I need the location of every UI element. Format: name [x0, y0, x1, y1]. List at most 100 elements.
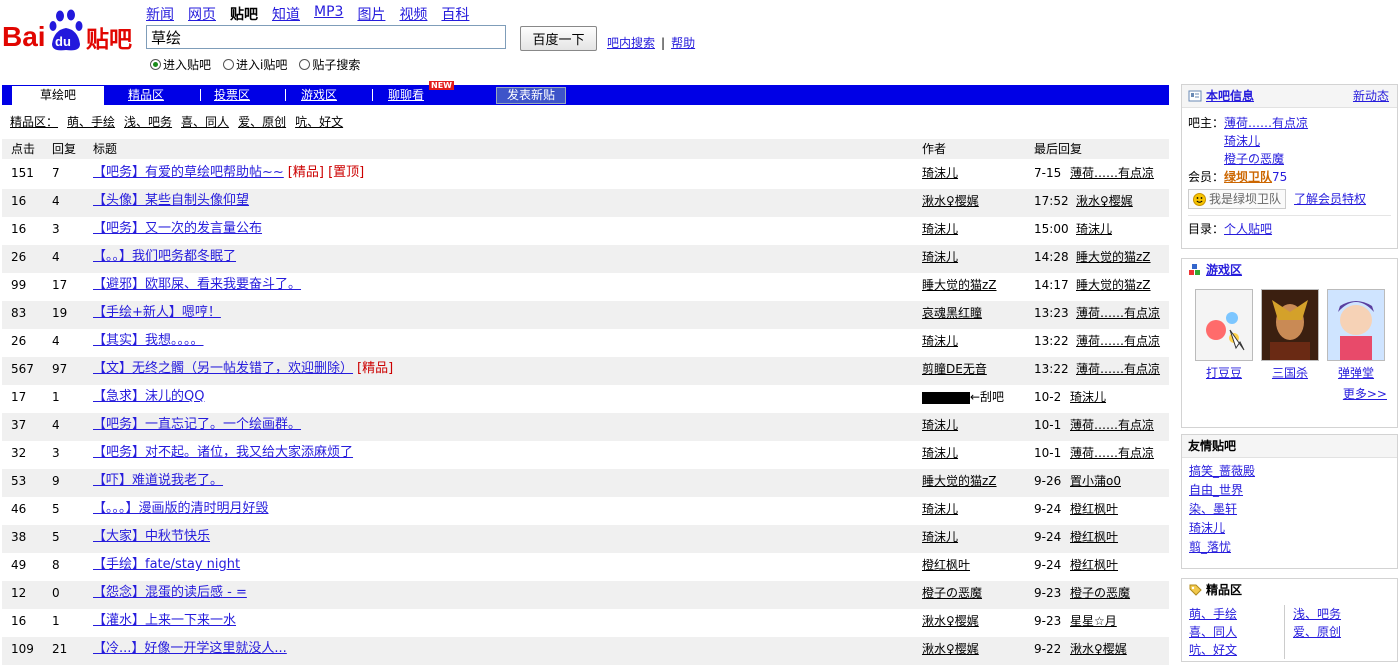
author-link[interactable]: 琦沫儿: [922, 161, 958, 185]
nav-zhidao[interactable]: 知道: [272, 4, 300, 24]
jingpin-link[interactable]: 萌、手绘: [1189, 605, 1284, 623]
last-replier-link[interactable]: 薄荷……有点凉: [1076, 329, 1160, 353]
nav-mp3[interactable]: MP3: [314, 4, 343, 24]
last-replier-link[interactable]: 橙红枫叶: [1070, 553, 1118, 577]
thread-title-link[interactable]: 【冷...】好像一开学这里就没人...: [93, 641, 287, 656]
author-link[interactable]: 琦沫儿: [922, 497, 958, 521]
last-replier-link[interactable]: 睡大觉的猫zZ: [1076, 245, 1151, 269]
radio-enter-itieba[interactable]: 进入i贴吧: [223, 56, 287, 73]
forum-info-title[interactable]: 本吧信息: [1206, 85, 1254, 107]
jingpin-link[interactable]: 喜、同人: [1189, 623, 1284, 641]
baidu-tieba-logo[interactable]: Bai du 贴吧: [2, 6, 138, 54]
thread-title-link[interactable]: 【避邪】欧耶屎、看来我要奋斗了。: [93, 277, 301, 292]
last-replier-link[interactable]: 睡大觉的猫zZ: [1076, 273, 1151, 297]
radio-enter-tieba[interactable]: 进入贴吧: [150, 56, 211, 73]
thread-title-link[interactable]: 【手绘】fate/stay night: [93, 557, 240, 572]
owner-link[interactable]: 橙子の恶魔: [1224, 152, 1284, 166]
games-title[interactable]: 游戏区: [1206, 259, 1242, 281]
author-link[interactable]: 琦沫儿: [922, 441, 958, 465]
last-replier-link[interactable]: 橙红枫叶: [1070, 525, 1118, 549]
jingpin-link[interactable]: 吭、好文: [1189, 641, 1284, 659]
in-bar-search-link[interactable]: 吧内搜索: [607, 36, 655, 50]
tab-jingpin[interactable]: 精品区: [128, 85, 164, 105]
last-replier-link[interactable]: 橙子の恶魔: [1070, 581, 1130, 605]
thread-title-link[interactable]: 【其实】我想。。。。: [93, 333, 204, 348]
owner-link[interactable]: 琦沫儿: [1224, 134, 1260, 148]
radio-post-search[interactable]: 贴子搜索: [299, 56, 360, 73]
last-replier-link[interactable]: 置小蒲o0: [1070, 469, 1121, 493]
thread-title-link[interactable]: 【文】无终之髑（另一帖发错了，欢迎删除）: [93, 361, 353, 376]
help-link[interactable]: 帮助: [671, 36, 695, 50]
friend-forum-link[interactable]: 搞笑_蔷薇殿: [1189, 462, 1390, 481]
author-link[interactable]: 湫水♀樱娓: [922, 637, 979, 661]
author-link[interactable]: 湫水♀樱娓: [922, 189, 979, 213]
thread-title-link[interactable]: 【。。。】漫画版的清时明月好毁: [93, 501, 269, 516]
nav-web[interactable]: 网页: [188, 4, 216, 24]
thread-title-link[interactable]: 【手绘+新人】嗯哼！: [93, 305, 221, 320]
author-link[interactable]: 琦沫儿: [922, 525, 958, 549]
tab-games[interactable]: 游戏区: [301, 85, 337, 105]
game-item[interactable]: 打豆豆: [1195, 289, 1253, 381]
author-link[interactable]: 琦沫儿: [922, 245, 958, 269]
radio-unselected-icon[interactable]: [299, 59, 311, 70]
jingpin-link[interactable]: 爱、原创: [1293, 623, 1388, 641]
tab-chat[interactable]: 聊聊看: [388, 85, 424, 105]
last-replier-link[interactable]: 薄荷……有点凉: [1070, 413, 1154, 437]
filter-item[interactable]: 喜、同人: [181, 113, 229, 130]
thread-title-link[interactable]: 【急求】沫儿的QQ: [93, 389, 204, 404]
search-input[interactable]: [146, 25, 506, 49]
filter-item[interactable]: 爱、原创: [238, 113, 286, 130]
last-replier-link[interactable]: 琦沫儿: [1076, 217, 1112, 241]
author-link[interactable]: 哀魂黑红瞳: [922, 301, 982, 325]
filter-item[interactable]: 吭、好文: [295, 113, 343, 130]
radio-selected-icon[interactable]: [150, 59, 161, 70]
owner-link[interactable]: 薄荷……有点凉: [1224, 116, 1308, 130]
thread-title-link[interactable]: 【吧务】又一次的发言量公布: [93, 221, 262, 236]
radio-unselected-icon[interactable]: [223, 59, 235, 70]
friend-forum-link[interactable]: 染、墨轩: [1189, 500, 1390, 519]
thread-title-link[interactable]: 【吧务】对不起。诸位，我又给大家添麻烦了: [93, 445, 353, 460]
nav-baike[interactable]: 百科: [441, 4, 469, 24]
thread-title-link[interactable]: 【吧务】有爱的草绘吧帮助帖~~: [93, 165, 284, 180]
filter-item[interactable]: 浅、吧务: [124, 113, 172, 130]
thread-title-link[interactable]: 【吓】难道说我老了。: [93, 473, 223, 488]
author-link[interactable]: 橙红枫叶: [922, 553, 970, 577]
search-button[interactable]: 百度一下: [520, 26, 597, 51]
friend-forum-link[interactable]: 琦沫儿: [1189, 519, 1390, 538]
jingpin-link[interactable]: 浅、吧务: [1293, 605, 1388, 623]
tab-forum-home[interactable]: 草绘吧: [12, 86, 104, 105]
author-link[interactable]: 湫水♀樱娓: [922, 609, 979, 633]
nav-images[interactable]: 图片: [357, 4, 385, 24]
thread-title-link[interactable]: 【头像】某些自制头像仰望: [93, 193, 249, 208]
last-replier-link[interactable]: 湫水♀樱娓: [1070, 637, 1127, 661]
last-replier-link[interactable]: 薄荷……有点凉: [1076, 301, 1160, 325]
last-replier-link[interactable]: 薄荷……有点凉: [1076, 357, 1160, 381]
author-link[interactable]: 剪瞳DE无音: [922, 357, 987, 381]
new-post-button[interactable]: 发表新贴: [496, 87, 566, 104]
author-link[interactable]: 琦沫儿: [922, 329, 958, 353]
game-dandantang-thumbnail[interactable]: [1327, 289, 1385, 361]
last-replier-link[interactable]: 薄荷……有点凉: [1070, 441, 1154, 465]
thread-title-link[interactable]: 【大家】中秋节快乐: [93, 529, 210, 544]
friend-forum-link[interactable]: 自由_世界: [1189, 481, 1390, 500]
author-link[interactable]: 睡大觉的猫zZ: [922, 469, 997, 493]
game-item[interactable]: 弹弹堂: [1327, 289, 1385, 381]
last-replier-link[interactable]: 橙红枫叶: [1070, 497, 1118, 521]
thread-tags[interactable]: [精品] [置顶]: [288, 165, 364, 180]
author-link[interactable]: 睡大觉的猫zZ: [922, 273, 997, 297]
game-item[interactable]: 三国杀: [1261, 289, 1319, 381]
thread-title-link[interactable]: 【。。】我们吧务都冬眠了: [93, 249, 236, 264]
tab-vote[interactable]: 投票区: [214, 85, 250, 105]
nav-news[interactable]: 新闻: [146, 4, 174, 24]
thread-title-link[interactable]: 【怨念】混蛋的读后感 - =: [93, 585, 247, 600]
game-dadoudou-thumbnail[interactable]: [1195, 289, 1253, 361]
author-link[interactable]: 琦沫儿: [922, 413, 958, 437]
games-more-link[interactable]: 更多>>: [1182, 381, 1397, 406]
filter-item[interactable]: 萌、手绘: [67, 113, 115, 130]
dir-link[interactable]: 个人贴吧: [1224, 222, 1272, 236]
author-link[interactable]: 琦沫儿: [922, 217, 958, 241]
member-privilege-link[interactable]: 了解会员特权: [1294, 190, 1366, 208]
last-replier-link[interactable]: 琦沫儿: [1070, 385, 1106, 409]
game-sanguosha-thumbnail[interactable]: [1261, 289, 1319, 361]
member-group-link[interactable]: 绿坝卫队: [1224, 170, 1272, 184]
